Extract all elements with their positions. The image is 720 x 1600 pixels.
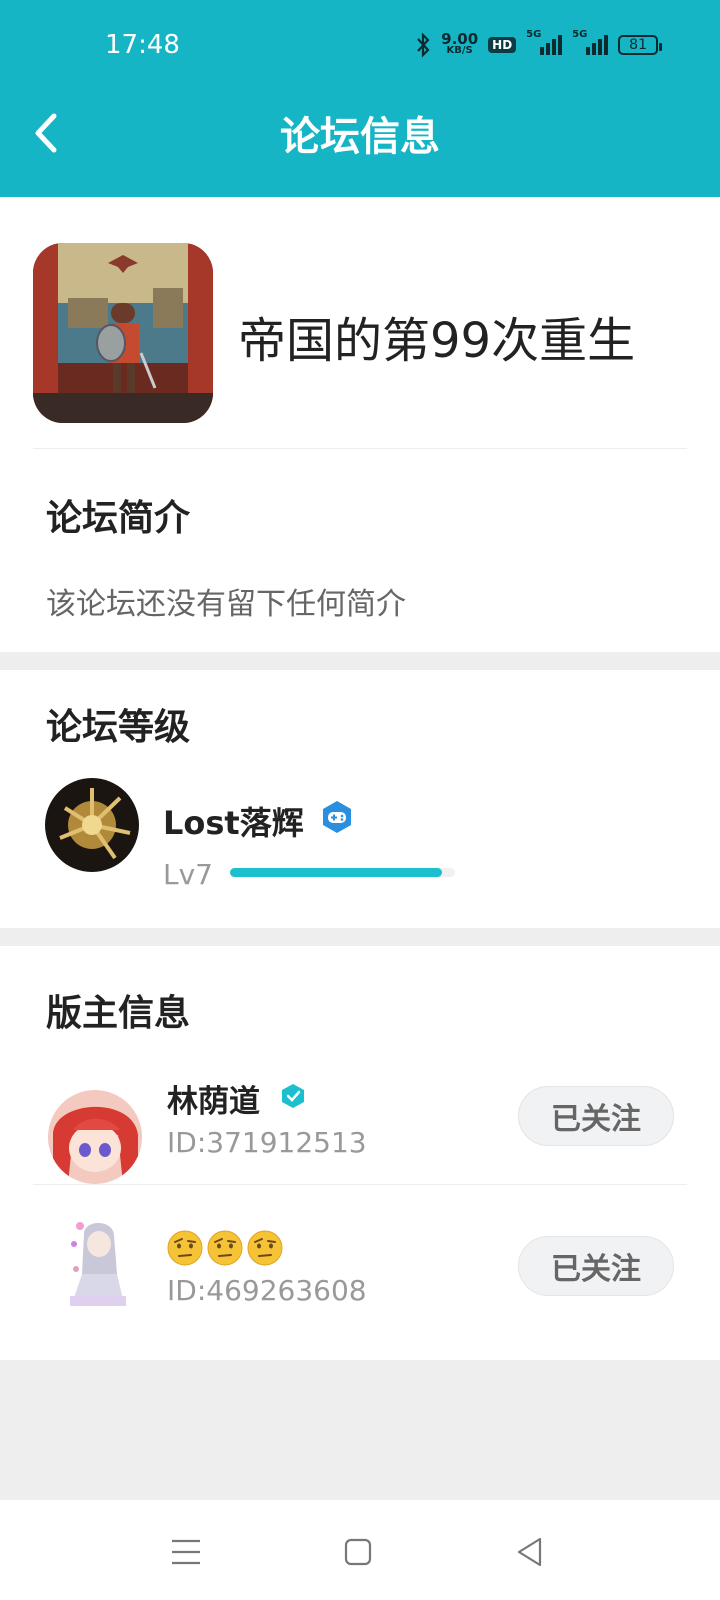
battery-icon: 81 — [618, 35, 662, 55]
signal-icon-2: 5G — [572, 29, 609, 55]
net-speed-value: 9.00 — [441, 30, 479, 48]
avatar-image — [45, 778, 139, 872]
avatar[interactable] — [48, 1090, 142, 1184]
menu-icon[interactable] — [166, 1532, 206, 1572]
moderator-id: ID:371912513 — [167, 1126, 367, 1159]
moderator-name[interactable]: 林荫道 — [167, 1076, 260, 1121]
net-speed: 9.00 KB/S — [441, 30, 479, 57]
status-time: 17:48 — [105, 30, 180, 60]
forum-level-card: 论坛等级 Lost落辉 Lv7 — [0, 670, 720, 928]
avatar[interactable] — [62, 1214, 132, 1310]
bluetooth-icon — [417, 32, 430, 58]
app-header: 17:48 9.00 KB/S HD 5G 5G 81 论坛信息 — [0, 0, 720, 197]
status-icons: 9.00 KB/S HD 5G 5G 81 — [415, 29, 662, 58]
avatar-image — [48, 1090, 142, 1184]
level-title: 论坛等级 — [46, 707, 191, 748]
gamepad-badge-icon — [323, 801, 351, 833]
system-nav-bar — [0, 1500, 720, 1600]
forum-name: 帝国的第99次重生 — [238, 313, 636, 369]
level-progress-fill — [230, 868, 442, 877]
intro-text: 该论坛还没有留下任何简介 — [46, 587, 406, 622]
divider — [33, 1184, 687, 1185]
moderator-id: ID:469263608 — [167, 1274, 367, 1307]
net-speed-unit: KB/S — [446, 45, 473, 56]
forum-icon[interactable] — [33, 243, 213, 423]
intro-title: 论坛简介 — [46, 498, 191, 539]
forum-cover-image — [33, 243, 213, 423]
follow-button[interactable]: 已关注 — [518, 1086, 674, 1146]
avatar[interactable] — [45, 778, 139, 872]
forum-info-card: 帝国的第99次重生 论坛简介 该论坛还没有留下任何简介 — [0, 197, 720, 652]
moderator-title: 版主信息 — [46, 993, 191, 1034]
moderator-card: 版主信息 林荫道 ID:371912513 已关注 ID:469263608 已… — [0, 946, 720, 1360]
raised-eyebrow-emoji-icon — [207, 1230, 243, 1265]
moderator-name-emoji[interactable] — [167, 1228, 287, 1266]
verified-icon — [282, 1084, 304, 1108]
raised-eyebrow-emoji-icon — [167, 1230, 203, 1265]
level-label: Lv7 — [163, 858, 213, 891]
signal-label: 5G — [526, 29, 542, 40]
home-square-icon[interactable] — [338, 1532, 378, 1572]
signal-icon: 5G — [526, 29, 563, 55]
signal-label-2: 5G — [572, 29, 588, 40]
back-triangle-icon[interactable] — [510, 1532, 550, 1572]
raised-eyebrow-emoji-icon — [247, 1230, 283, 1265]
follow-button[interactable]: 已关注 — [518, 1236, 674, 1296]
level-user-name[interactable]: Lost落辉 — [163, 798, 304, 844]
avatar-image — [62, 1214, 132, 1310]
level-progress-bar — [230, 868, 455, 877]
divider — [33, 448, 687, 449]
page-title: 论坛信息 — [280, 114, 440, 160]
hd-badge: HD — [488, 37, 517, 53]
